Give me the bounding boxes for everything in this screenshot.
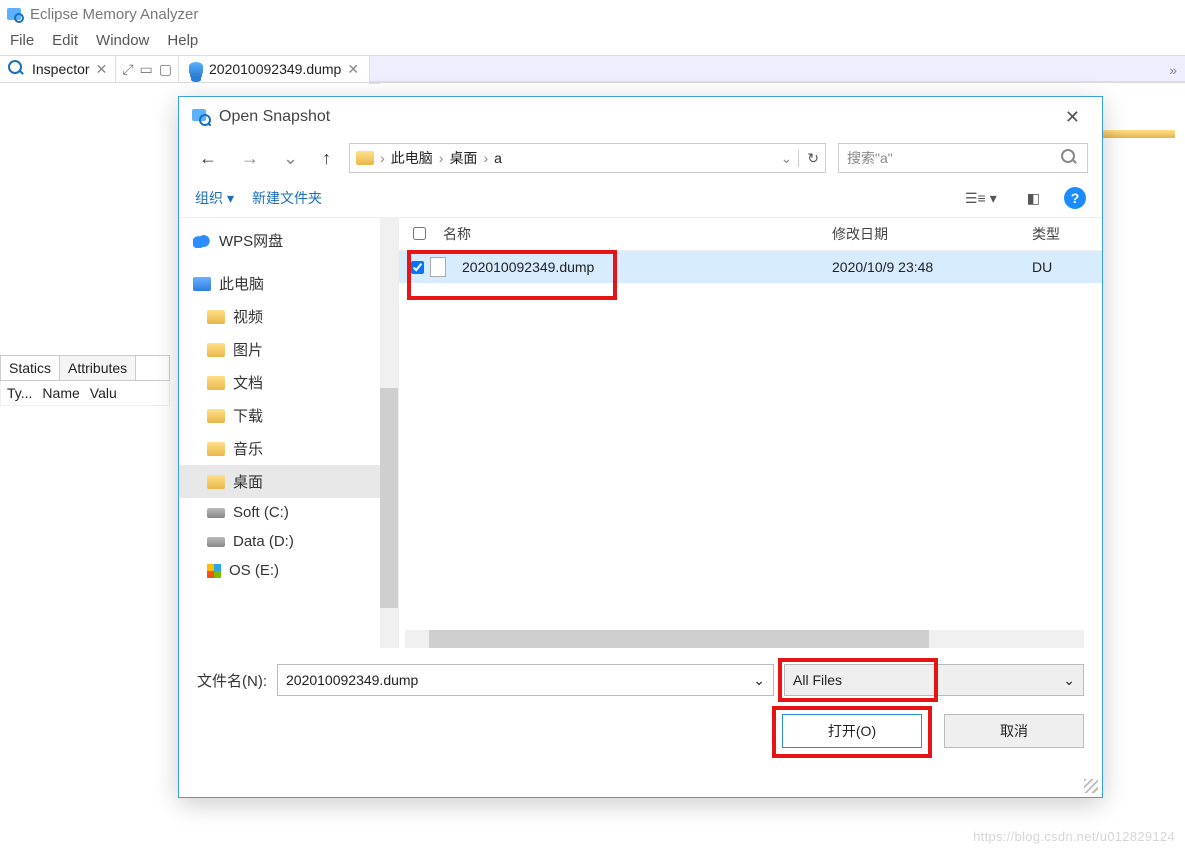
- tree-item-video[interactable]: 视频: [179, 300, 398, 333]
- dialog-title: Open Snapshot: [219, 108, 1055, 126]
- app-titlebar: Eclipse Memory Analyzer: [0, 0, 1185, 28]
- view-mode-button[interactable]: ☰≡ ▾: [959, 188, 1003, 209]
- watermark-text: https://blog.csdn.net/u012829124: [973, 829, 1175, 844]
- view-controls: ⤢ ▭ ▢: [116, 56, 179, 82]
- annotation-highlight-filter: [778, 658, 938, 702]
- col-header-type[interactable]: 类型: [1032, 224, 1092, 244]
- col-name: Name: [42, 385, 79, 401]
- annotation-highlight-file: [407, 250, 617, 300]
- col-header-name[interactable]: 名称: [437, 224, 832, 244]
- view-inspector-label: Inspector: [32, 61, 90, 77]
- app-icon: [6, 5, 24, 23]
- heap-dump-icon: [189, 62, 203, 76]
- filename-label: 文件名(N):: [197, 670, 267, 691]
- folder-icon: [207, 310, 225, 324]
- folder-tree: WPS网盘 此电脑 视频 图片 文档 下载 音乐 桌面 Soft (C:) Da…: [179, 218, 399, 648]
- menu-file[interactable]: File: [10, 32, 34, 49]
- close-view-icon[interactable]: ✕: [96, 61, 108, 78]
- file-type: DU: [1032, 259, 1092, 275]
- folder-icon: [207, 376, 225, 390]
- folder-icon: [207, 343, 225, 357]
- search-icon: [1061, 149, 1079, 167]
- tree-item-downloads[interactable]: 下载: [179, 399, 398, 432]
- close-tab-icon[interactable]: ✕: [347, 61, 359, 78]
- tab-strip-rest: »: [370, 56, 1185, 82]
- annotation-highlight-open: [772, 706, 932, 758]
- col-type: Ty...: [7, 385, 32, 401]
- editor-tab-label: 202010092349.dump: [209, 61, 341, 77]
- tree-scroll-thumb[interactable]: [380, 388, 398, 608]
- tree-item-this-pc[interactable]: 此电脑: [179, 267, 398, 300]
- link-icon[interactable]: ⤢: [122, 61, 133, 78]
- resize-grip[interactable]: [1084, 779, 1098, 793]
- search-placeholder: 搜索"a": [847, 148, 893, 168]
- filename-value: 202010092349.dump: [286, 672, 418, 688]
- breadcrumb-a[interactable]: a: [494, 150, 502, 166]
- menu-edit[interactable]: Edit: [52, 32, 78, 49]
- breadcrumb-dropdown-icon[interactable]: ⌄: [781, 150, 793, 167]
- tree-item-drive-d[interactable]: Data (D:): [179, 527, 398, 556]
- dropdown-icon[interactable]: ⌄: [1063, 672, 1075, 689]
- drive-icon: [207, 508, 225, 518]
- file-list-header: 名称 修改日期 类型: [399, 218, 1102, 251]
- file-hscroll-thumb[interactable]: [429, 630, 929, 648]
- filename-input[interactable]: 202010092349.dump ⌄: [277, 664, 774, 696]
- nav-back-button[interactable]: ←: [193, 146, 223, 171]
- pc-icon: [193, 277, 211, 291]
- breadcrumb-thispc[interactable]: 此电脑: [391, 148, 433, 168]
- refresh-icon[interactable]: ↻: [798, 150, 819, 167]
- tree-item-desktop[interactable]: 桌面: [179, 465, 398, 498]
- folder-icon: [207, 442, 225, 456]
- editor-tab-row: Inspector ✕ ⤢ ▭ ▢ 202010092349.dump ✕ »: [0, 55, 1185, 83]
- tree-item-pictures[interactable]: 图片: [179, 333, 398, 366]
- file-list: 名称 修改日期 类型 202010092349.dump 2020/10/9 2…: [399, 218, 1102, 648]
- tab-statics[interactable]: Statics: [1, 356, 60, 380]
- maximize-icon[interactable]: ▢: [159, 61, 172, 78]
- cloud-icon: [193, 234, 211, 248]
- cancel-button[interactable]: 取消: [944, 714, 1084, 748]
- new-folder-button[interactable]: 新建文件夹: [252, 188, 322, 208]
- open-snapshot-dialog: Open Snapshot ✕ ← → ⌄ ↑ › 此电脑 › 桌面 › a ⌄…: [178, 96, 1103, 798]
- nav-up-button[interactable]: ↑: [316, 146, 337, 171]
- magnifier-icon: [8, 60, 26, 78]
- dialog-close-button[interactable]: ✕: [1055, 103, 1090, 132]
- menu-window[interactable]: Window: [96, 32, 149, 49]
- help-button[interactable]: ?: [1064, 187, 1086, 209]
- nav-recent-dropdown[interactable]: ⌄: [277, 146, 304, 171]
- folder-icon: [207, 409, 225, 423]
- tab-attributes[interactable]: Attributes: [60, 356, 136, 380]
- folder-icon: [207, 475, 225, 489]
- dialog-icon: [191, 106, 211, 129]
- tree-item-drive-e[interactable]: OS (E:): [179, 556, 398, 585]
- menubar: File Edit Window Help: [0, 28, 1185, 55]
- col-value: Valu: [90, 385, 117, 401]
- select-all-checkbox[interactable]: [413, 227, 426, 240]
- col-header-date[interactable]: 修改日期: [832, 224, 1032, 244]
- nav-forward-button[interactable]: →: [235, 146, 265, 171]
- dropdown-icon[interactable]: ⌄: [753, 672, 765, 689]
- tree-item-documents[interactable]: 文档: [179, 366, 398, 399]
- folder-icon: [356, 151, 374, 165]
- tree-item-wps[interactable]: WPS网盘: [179, 224, 398, 257]
- menu-help[interactable]: Help: [167, 32, 198, 49]
- organize-menu[interactable]: 组织▾: [195, 188, 234, 208]
- breadcrumb-bar[interactable]: › 此电脑 › 桌面 › a ⌄ ↻: [349, 143, 826, 173]
- tabs-overflow-chevron-icon[interactable]: »: [1169, 62, 1177, 78]
- minimize-icon[interactable]: ▭: [140, 61, 153, 78]
- tree-item-music[interactable]: 音乐: [179, 432, 398, 465]
- editor-tab-dump[interactable]: 202010092349.dump ✕: [179, 56, 370, 82]
- app-title: Eclipse Memory Analyzer: [30, 6, 198, 23]
- preview-pane-button[interactable]: ◧: [1021, 188, 1046, 209]
- breadcrumb-desktop[interactable]: 桌面: [449, 148, 477, 168]
- view-inspector-tab[interactable]: Inspector ✕: [0, 56, 116, 82]
- search-input[interactable]: 搜索"a": [838, 143, 1088, 173]
- inspector-panel: Statics Attributes Ty... Name Valu: [0, 355, 170, 406]
- windows-icon: [207, 564, 221, 578]
- tree-item-drive-c[interactable]: Soft (C:): [179, 498, 398, 527]
- drive-icon: [207, 537, 225, 547]
- file-date: 2020/10/9 23:48: [832, 259, 1032, 275]
